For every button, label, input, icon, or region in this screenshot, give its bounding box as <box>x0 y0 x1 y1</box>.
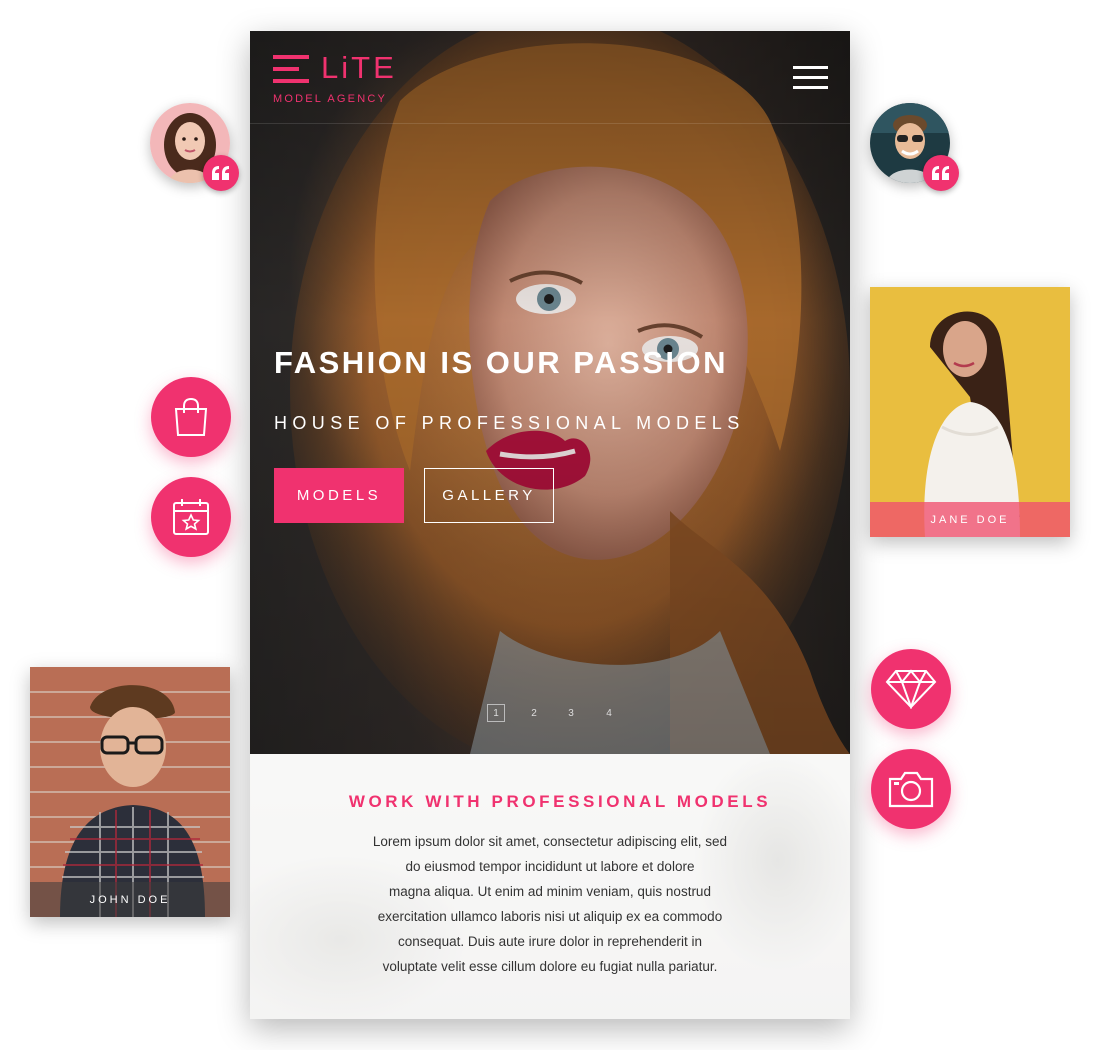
john-doe-photo <box>30 667 230 917</box>
camera-icon <box>888 771 934 808</box>
models-button[interactable]: MODELS <box>274 468 404 523</box>
body-line: consequat. Duis aute irure dolor in repr… <box>398 934 702 949</box>
model-card-jane[interactable]: JANE DOE <box>870 287 1070 537</box>
hamburger-menu-icon[interactable] <box>793 66 828 90</box>
slider-page-3[interactable]: 3 <box>562 704 580 722</box>
camera-button[interactable] <box>871 749 951 829</box>
calendar-star-icon <box>173 499 209 535</box>
showcase-stage: LiTE MODEL AGENCY FASHION IS OUR PASSION… <box>0 0 1100 1050</box>
logo-e-mark-icon <box>273 55 309 83</box>
body-line: voluptate velit esse cillum dolore eu fu… <box>382 959 718 974</box>
body-line: exercitation ullamco laboris nisi ut ali… <box>377 909 723 924</box>
logo-wordmark: LiTE <box>321 50 397 85</box>
hero-title: FASHION IS OUR PASSION <box>274 345 729 380</box>
hero-overlay <box>250 31 850 754</box>
jane-doe-photo <box>870 287 1070 537</box>
phone-mockup: LiTE MODEL AGENCY FASHION IS OUR PASSION… <box>250 31 850 1019</box>
model-name-label: JANE DOE <box>870 502 1070 537</box>
diamond-button[interactable] <box>871 649 951 729</box>
about-section: WORK WITH PROFESSIONAL MODELS Lorem ipsu… <box>250 754 850 1019</box>
slider-page-2[interactable]: 2 <box>525 704 543 722</box>
hero-banner: LiTE MODEL AGENCY FASHION IS OUR PASSION… <box>250 31 850 754</box>
site-header: LiTE MODEL AGENCY <box>250 31 850 124</box>
section-title: WORK WITH PROFESSIONAL MODELS <box>348 792 772 811</box>
quote-icon[interactable] <box>203 155 239 191</box>
model-name-label: JOHN DOE <box>30 882 230 917</box>
section-body: Lorem ipsum dolor sit amet, consectetur … <box>345 829 755 979</box>
quote-icon[interactable] <box>923 155 959 191</box>
calendar-button[interactable] <box>151 477 231 557</box>
slider-page-1[interactable]: 1 <box>487 704 505 722</box>
shopping-bag-icon <box>174 397 208 436</box>
body-line: do eiusmod tempor incididunt ut labore e… <box>405 859 695 874</box>
model-card-john[interactable]: JOHN DOE <box>30 667 230 917</box>
diamond-icon <box>885 669 937 709</box>
body-line: Lorem ipsum dolor sit amet, consectetur … <box>372 834 728 849</box>
shopping-bag-button[interactable] <box>151 377 231 457</box>
slider-page-4[interactable]: 4 <box>600 704 618 722</box>
logo-tagline: MODEL AGENCY <box>273 93 388 105</box>
body-line: magna aliqua. Ut enim ad minim veniam, q… <box>389 884 711 899</box>
gallery-button[interactable]: GALLERY <box>424 468 554 523</box>
hero-subtitle: HOUSE OF PROFESSIONAL MODELS <box>274 413 745 433</box>
